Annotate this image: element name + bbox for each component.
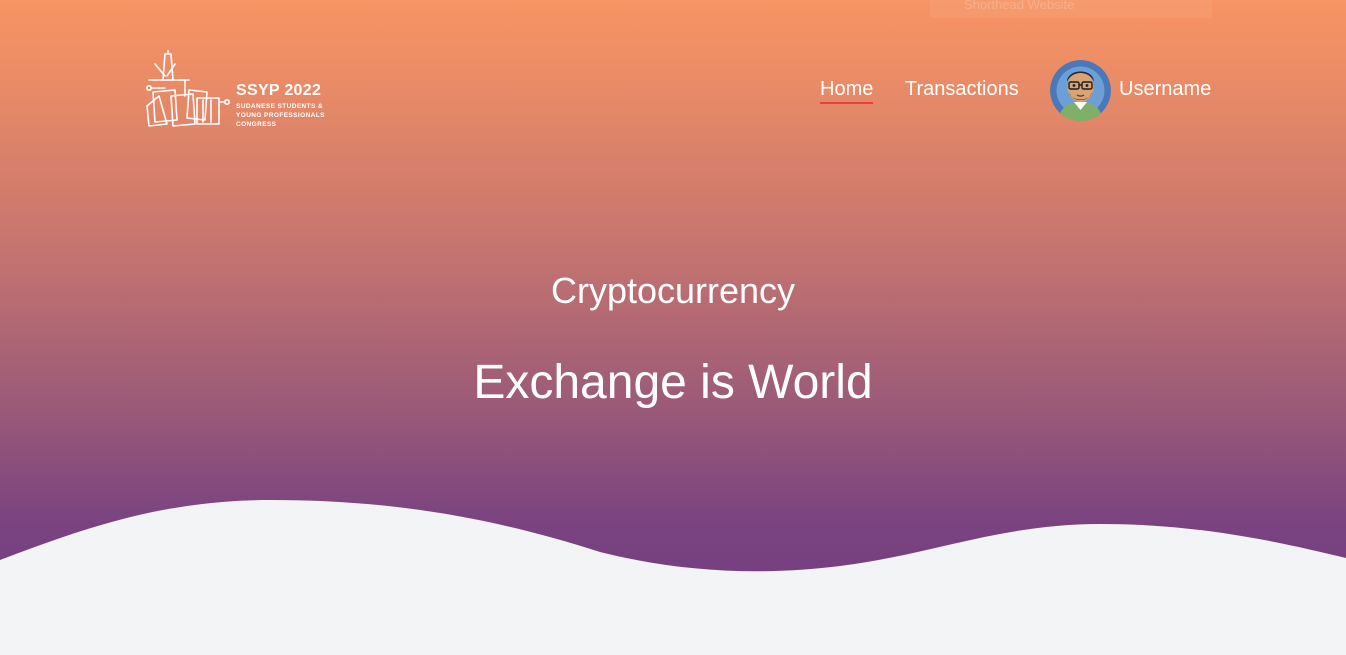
top-faded-bar: Shorthead Website [930,0,1212,18]
hero-heading-line1: Cryptocurrency [550,270,796,311]
avatar[interactable] [1050,60,1111,121]
nav-home-link[interactable]: Home [820,78,874,104]
logo-subtitle-line1: SUDANESE STUDENTS & [236,103,324,110]
username-label[interactable]: Username [1119,78,1211,101]
logo-subtitle-line2: YOUNG PROFESSIONALS [236,112,325,119]
logo-subtitle-line3: CONGRESS [236,121,277,128]
congress-building-icon [145,50,231,127]
ssyp-logo[interactable]: SSYP 2022 SUDANESE STUDENTS & YOUNG PROF… [145,50,330,132]
logo-title: SSYP 2022 [236,82,322,99]
top-faded-text: Shorthead Website [964,0,1075,12]
nav-transactions-link[interactable]: Transactions [905,78,1019,101]
hero-heading-line2: Exchange is World [473,356,873,409]
cartoon-man-avatar-icon [1050,60,1111,121]
user-menu[interactable]: Username [1050,60,1215,121]
